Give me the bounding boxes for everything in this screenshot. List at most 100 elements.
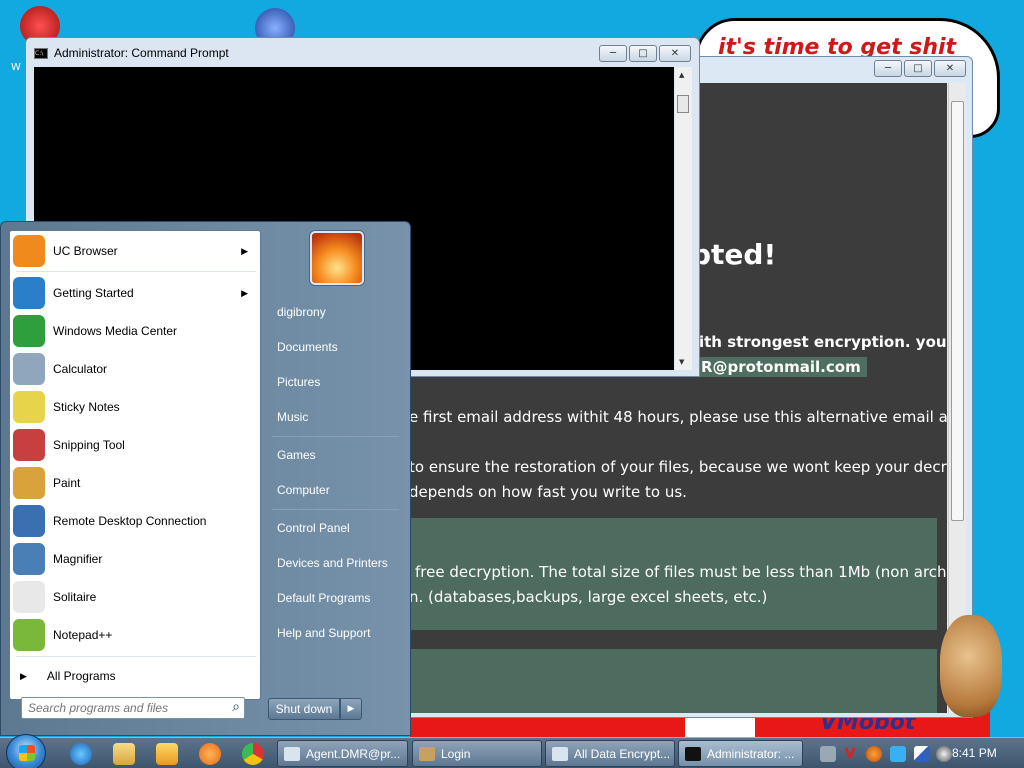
window-icon <box>284 746 300 761</box>
program-item[interactable]: Sticky Notes <box>13 389 258 425</box>
places-item[interactable]: Documents <box>267 333 403 361</box>
shutdown-button[interactable]: Shut down <box>268 698 340 720</box>
scroll-thumb[interactable] <box>951 101 964 521</box>
media-center-icon <box>13 315 45 347</box>
program-item[interactable]: Snipping Tool <box>13 427 258 463</box>
minimize-button[interactable]: ─ <box>874 60 902 77</box>
window-title: Administrator: Command Prompt <box>54 46 229 60</box>
maximize-button[interactable]: □ <box>904 60 932 77</box>
scroll-thumb[interactable] <box>677 95 689 113</box>
places-item[interactable]: Default Programs <box>267 584 403 612</box>
close-button[interactable]: ✕ <box>934 60 966 77</box>
ransom-heading: pted! <box>691 238 777 271</box>
cmd-icon: C:\ <box>34 48 48 59</box>
program-item[interactable]: Getting Started ▶ <box>13 275 258 311</box>
uc-browser-icon <box>13 235 45 267</box>
maximize-button[interactable]: □ <box>629 45 657 62</box>
start-button[interactable] <box>6 734 46 768</box>
calculator-icon <box>13 353 45 385</box>
taskbar-button[interactable]: All Data Encrypt... <box>545 740 675 767</box>
tray-pen-icon[interactable] <box>914 746 930 762</box>
places-item[interactable]: Pictures <box>267 368 403 396</box>
taskbar-button-label: Agent.DMR@pr... <box>306 746 401 761</box>
taskbar-button[interactable]: Agent.DMR@pr... <box>277 740 408 767</box>
close-button[interactable]: ✕ <box>659 45 691 62</box>
shutdown-options-button[interactable]: ▶ <box>340 698 362 720</box>
start-menu: UC Browser ▶ Getting Started ▶ Windows Media… <box>0 221 411 736</box>
hamster-mascot <box>940 615 1002 717</box>
ransom-line-4a: free decryption. The total size of files… <box>415 563 947 581</box>
remote-desktop-icon <box>13 505 45 537</box>
tray-speaker-icon[interactable] <box>936 746 952 762</box>
program-label: Paint <box>53 476 81 490</box>
program-item[interactable]: Notepad++ <box>13 617 258 653</box>
window-icon <box>685 746 701 761</box>
separator <box>272 509 399 510</box>
search-input[interactable] <box>28 700 218 716</box>
program-item[interactable]: Paint <box>13 465 258 501</box>
places-item[interactable]: Help and Support <box>267 619 403 647</box>
window-controls: ─ □ ✕ <box>874 60 966 77</box>
ransom-line-1: ith strongest encryption. you <box>699 333 947 351</box>
all-programs-button[interactable]: ▶ All Programs <box>20 664 255 688</box>
search-box[interactable]: ⌕ <box>21 697 245 719</box>
places-item[interactable]: Music <box>267 403 403 431</box>
scroll-down-arrow-icon[interactable]: ▼ <box>679 358 684 366</box>
places-item[interactable]: digibrony <box>267 298 403 326</box>
magnifier-icon <box>13 543 45 575</box>
uc-browser-taskbar-icon[interactable] <box>199 743 221 765</box>
explorer-folder-icon[interactable] <box>113 743 135 765</box>
internet-explorer-icon[interactable] <box>70 743 92 765</box>
program-item[interactable]: Calculator <box>13 351 258 387</box>
program-item[interactable]: Solitaire <box>13 579 258 615</box>
all-programs-arrow-icon: ▶ <box>20 670 27 681</box>
taskbar-button[interactable]: Login <box>412 740 542 767</box>
sticky-notes-icon <box>13 391 45 423</box>
notepad-plus-plus-icon <box>13 619 45 651</box>
search-icon[interactable]: ⌕ <box>232 699 240 715</box>
console-scrollbar[interactable]: ▲ ▼ <box>675 67 692 370</box>
all-programs-label: All Programs <box>46 669 116 683</box>
places-item[interactable]: Games <box>267 441 403 469</box>
places-item[interactable]: Devices and Printers <box>267 549 403 577</box>
getting-started-icon <box>13 277 45 309</box>
taskbar-button-label: Login <box>441 746 471 761</box>
taskbar: Agent.DMR@pr... Login All Data Encrypt... A… <box>0 734 1024 768</box>
clock[interactable]: 8:41 PM <box>952 746 997 760</box>
window-icon <box>419 746 435 761</box>
places-item[interactable]: Control Panel <box>267 514 403 542</box>
ransom-info-box-2 <box>409 649 937 713</box>
ransom-email: R@protonmail.com <box>695 357 867 377</box>
taskbar-button-label: All Data Encrypt... <box>574 746 671 761</box>
submenu-arrow-icon: ▶ <box>241 245 248 256</box>
tray-search-icon[interactable] <box>866 746 882 762</box>
program-item[interactable]: Magnifier <box>13 541 258 577</box>
tray-display-icon[interactable] <box>890 746 906 762</box>
minimize-button[interactable]: ─ <box>599 45 627 62</box>
program-item[interactable]: Remote Desktop Connection <box>13 503 258 539</box>
program-label: UC Browser <box>53 244 118 258</box>
places-item[interactable]: Computer <box>267 476 403 504</box>
program-label: Remote Desktop Connection <box>53 514 207 528</box>
window-controls: ─ □ ✕ <box>599 45 691 62</box>
program-item[interactable]: Windows Media Center <box>13 313 258 349</box>
taskbar-button-label: Administrator: ... <box>707 746 795 761</box>
scroll-up-arrow-icon[interactable]: ▲ <box>679 71 684 79</box>
chrome-icon[interactable] <box>242 743 264 765</box>
tray-v-icon[interactable]: V <box>842 746 858 762</box>
media-player-icon[interactable] <box>156 743 178 765</box>
ransom-line-3a: to ensure the restoration of your files,… <box>409 458 947 476</box>
taskbar-button[interactable]: Administrator: ... <box>678 740 803 767</box>
solitaire-icon <box>13 581 45 613</box>
separator <box>272 436 399 437</box>
user-picture[interactable] <box>310 231 364 285</box>
separator <box>16 271 256 272</box>
program-label: Getting Started <box>53 286 134 300</box>
program-item[interactable]: UC Browser ▶ <box>13 233 258 269</box>
program-label: Solitaire <box>53 590 97 604</box>
program-label: Snipping Tool <box>53 438 125 452</box>
program-label: Magnifier <box>53 552 103 566</box>
tray-app-icon[interactable] <box>820 746 836 762</box>
program-label: Sticky Notes <box>53 400 120 414</box>
submenu-arrow-icon: ▶ <box>241 287 248 298</box>
